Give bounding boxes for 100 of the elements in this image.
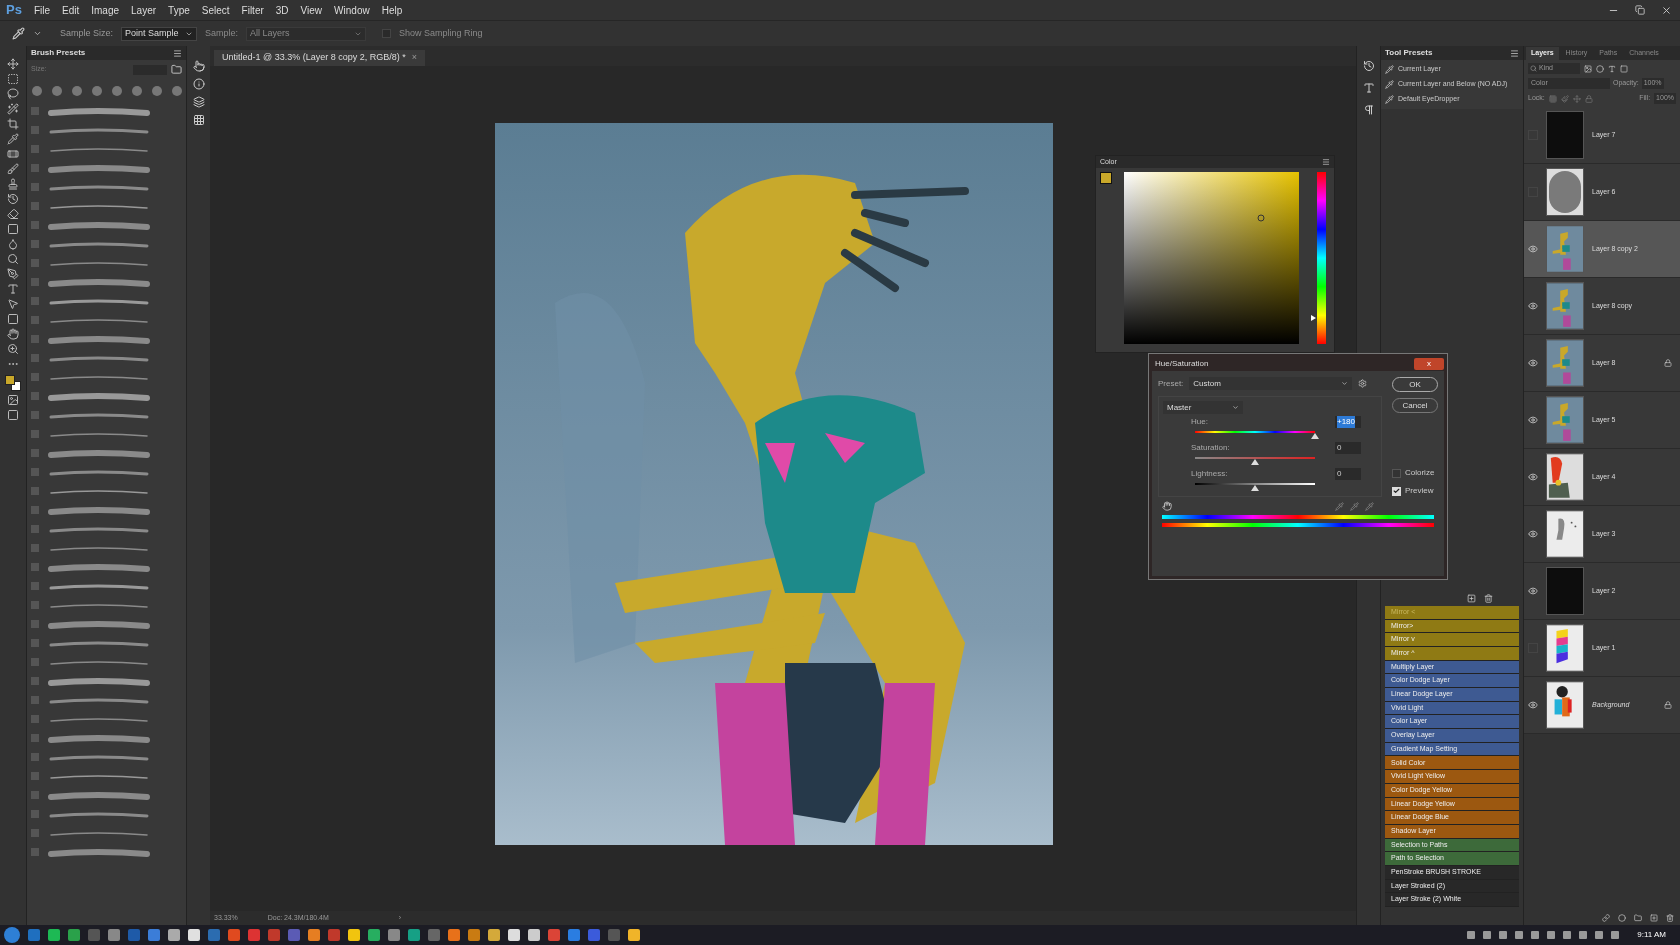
pointer-icon[interactable] (7, 298, 19, 310)
taskbar-app-icon[interactable] (68, 929, 80, 941)
taskbar-app-icon[interactable] (488, 929, 500, 941)
grid-icon[interactable] (192, 114, 205, 126)
filter-adjustment-icon[interactable] (1596, 64, 1604, 73)
filter-type-icon[interactable] (1608, 64, 1616, 73)
taskbar-app-icon[interactable] (468, 929, 480, 941)
menu-item[interactable]: Select (195, 2, 236, 18)
dodge-icon[interactable] (7, 253, 19, 265)
preset-dropdown[interactable]: Custom (1189, 377, 1353, 390)
picker-cursor[interactable] (1257, 214, 1264, 222)
taskbar-app-icon[interactable] (188, 929, 200, 941)
visibility-eye-icon[interactable] (1528, 415, 1538, 425)
taskbar-app-icon[interactable] (448, 929, 460, 941)
slider-thumb[interactable] (1311, 433, 1319, 439)
taskbar-app-icon[interactable] (408, 929, 420, 941)
eyedropper-icon[interactable] (12, 27, 25, 40)
trash-icon[interactable] (1484, 594, 1493, 604)
info-icon[interactable] (192, 78, 205, 90)
menu-item[interactable]: Filter (235, 2, 270, 18)
pointer-icon[interactable] (192, 60, 205, 72)
menu-item[interactable]: 3D (269, 2, 295, 18)
trash-icon[interactable] (1666, 914, 1674, 922)
lasso-icon[interactable] (7, 88, 19, 100)
restore-icon[interactable] (1635, 5, 1645, 15)
eraser-icon[interactable] (7, 208, 19, 220)
new-layer-icon[interactable] (1650, 914, 1658, 922)
hue-marker[interactable] (1311, 315, 1316, 322)
preview-checkbox[interactable] (1392, 486, 1401, 496)
menu-item[interactable]: Edit (56, 2, 86, 18)
taskbar-app-icon[interactable] (548, 929, 560, 941)
foreground-color-swatch[interactable] (5, 375, 15, 385)
foreground-color-swatch[interactable] (1100, 172, 1112, 184)
taskbar-app-icon[interactable] (48, 929, 60, 941)
taskbar-app-icon[interactable] (228, 929, 240, 941)
screen-mode-icon[interactable] (7, 409, 19, 421)
visibility-eye-icon[interactable] (1528, 700, 1538, 710)
filter-shape-icon[interactable] (1620, 64, 1628, 73)
close-button[interactable]: x (1414, 358, 1444, 370)
gradient-icon[interactable] (7, 223, 19, 235)
colorize-checkbox[interactable] (1392, 468, 1401, 478)
visibility-eye-icon[interactable] (1528, 586, 1538, 596)
history-brush-icon[interactable] (7, 193, 19, 205)
caret-icon[interactable] (33, 29, 42, 38)
taskbar-app-icon[interactable] (148, 929, 160, 941)
filter-pixel-icon[interactable] (1584, 64, 1592, 73)
start-button[interactable] (4, 927, 20, 943)
taskbar-app-icon[interactable] (368, 929, 380, 941)
new-action-icon[interactable] (1467, 594, 1476, 604)
panel-menu-icon[interactable] (1510, 48, 1519, 58)
marquee-icon[interactable] (7, 73, 19, 85)
menu-item[interactable]: Layer (125, 2, 163, 18)
rectangle-icon[interactable] (7, 313, 19, 325)
menu-item[interactable]: Type (162, 2, 196, 18)
folder-icon[interactable] (1634, 914, 1642, 922)
panel-menu-icon[interactable] (1322, 158, 1330, 166)
visibility-eye-icon[interactable] (1528, 529, 1538, 539)
adjustment-icon[interactable] (1618, 914, 1626, 922)
paragraph-icon[interactable] (1362, 104, 1375, 116)
menu-item[interactable]: View (294, 2, 329, 18)
slider-thumb[interactable] (1251, 459, 1259, 465)
taskbar-app-icon[interactable] (308, 929, 320, 941)
sample-size-dropdown[interactable]: Point Sample (121, 26, 198, 41)
history-icon[interactable] (1362, 60, 1375, 72)
taskbar-app-icon[interactable] (108, 929, 120, 941)
visibility-eye-icon[interactable] (1528, 472, 1538, 482)
value-field[interactable]: 0 (1335, 468, 1361, 480)
new-preset-icon[interactable] (171, 64, 182, 75)
zoom-icon[interactable] (7, 343, 19, 355)
type-icon[interactable] (7, 283, 19, 295)
quick-mask-icon[interactable] (7, 394, 19, 406)
channel-dropdown[interactable]: Master (1163, 401, 1243, 414)
eyedropper-icon[interactable] (7, 133, 19, 145)
color-picker-field[interactable] (1124, 172, 1299, 344)
taskbar-app-icon[interactable] (528, 929, 540, 941)
taskbar-app-icon[interactable] (388, 929, 400, 941)
stamp-icon[interactable] (7, 178, 19, 190)
visibility-eye-icon[interactable] (1528, 244, 1538, 254)
brush-icon[interactable] (7, 163, 19, 175)
crop-icon[interactable] (7, 118, 19, 130)
droplet-icon[interactable] (7, 238, 19, 250)
slider-thumb[interactable] (1251, 485, 1259, 491)
value-field[interactable]: +180 (1335, 416, 1361, 428)
link-icon[interactable] (1602, 914, 1610, 922)
menu-item[interactable]: Help (375, 2, 409, 18)
character-icon[interactable] (1362, 82, 1375, 94)
pen-icon[interactable] (7, 268, 19, 280)
visibility-eye-icon[interactable] (1528, 301, 1538, 311)
menu-item[interactable]: File (27, 2, 57, 18)
taskbar-app-icon[interactable] (628, 929, 640, 941)
taskbar-app-icon[interactable] (568, 929, 580, 941)
hand-icon[interactable] (1162, 501, 1172, 511)
taskbar-app-icon[interactable] (168, 929, 180, 941)
wand-icon[interactable] (7, 103, 19, 115)
taskbar-app-icon[interactable] (508, 929, 520, 941)
layers-icon[interactable] (192, 96, 205, 108)
bandage-icon[interactable] (7, 148, 19, 160)
close-icon[interactable] (1661, 4, 1672, 16)
hand-icon[interactable] (7, 328, 19, 340)
menu-item[interactable]: Window (328, 2, 376, 18)
